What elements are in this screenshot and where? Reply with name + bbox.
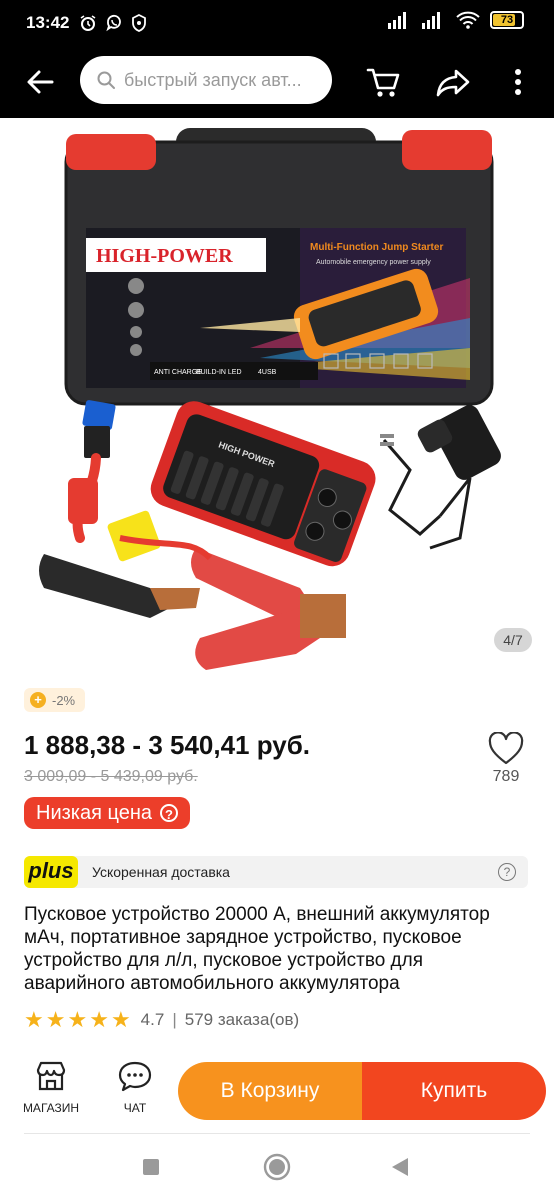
rating-value: 4.7 — [140, 1010, 165, 1029]
rating-separator: | — [172, 1010, 177, 1029]
nav-back-icon[interactable] — [390, 1156, 410, 1178]
discount-text: -2% — [52, 692, 76, 708]
battery-level: 73 — [500, 14, 514, 26]
case-brand-text: HIGH-POWER — [96, 245, 233, 267]
low-price-badge[interactable]: Низкая цена ? — [24, 797, 191, 829]
old-price: 3 009,09 - 5 439,09 руб. — [24, 768, 198, 785]
feature-1-text: ANTI CHARGE — [154, 369, 202, 376]
status-bar: 13:42 73 — [0, 0, 554, 46]
system-nav-bar — [0, 1134, 554, 1200]
cart-icon[interactable] — [364, 62, 404, 102]
product-image-gallery[interactable]: HIGH-POWER Multi-Function Jump Starter A… — [0, 118, 554, 678]
help-icon: ? — [160, 804, 179, 822]
star-icon: ★ — [89, 1007, 109, 1032]
battery-icon: 73 — [490, 11, 524, 29]
alarm-icon — [81, 15, 96, 31]
store-icon — [36, 1061, 66, 1091]
viber-icon — [106, 14, 122, 32]
feature-3-text: 4USB — [258, 369, 277, 376]
star-icon: ★ — [67, 1007, 88, 1032]
buy-now-button[interactable]: Купить — [362, 1062, 546, 1120]
heart-icon[interactable] — [488, 732, 524, 766]
discount-badge: + -2% — [24, 688, 86, 712]
chat-label: ЧАТ — [123, 1101, 147, 1115]
share-icon[interactable] — [434, 62, 474, 102]
status-time: 13:42 — [26, 13, 70, 32]
price-range: 1 888,38 - 3 540,41 руб. — [24, 730, 311, 760]
rating-row[interactable]: ★ ★ ★ ★ ★ 4.7 | 579 заказа(ов) — [24, 1008, 299, 1032]
search-icon — [97, 71, 115, 89]
back-arrow-icon[interactable] — [22, 64, 58, 100]
bottom-action-bar: МАГАЗИН ЧАТ В Корзину Купить — [0, 1050, 554, 1132]
search-input[interactable] — [122, 68, 326, 92]
status-notification-icons — [79, 14, 147, 32]
home-icon[interactable] — [262, 1152, 292, 1182]
image-counter: 4/7 — [494, 628, 532, 652]
rating-stars: ★ ★ ★ ★ ★ — [24, 1008, 131, 1032]
star-icon: ★ — [45, 1007, 66, 1032]
plus-badge: plus — [24, 856, 78, 888]
top-bar — [0, 46, 554, 118]
feature-2-text: BUILD-IN LED — [196, 369, 242, 376]
star-icon: ★ — [24, 1007, 44, 1032]
more-options-icon[interactable] — [506, 62, 530, 102]
star-icon: ★ — [110, 1007, 131, 1032]
chat-icon — [118, 1061, 152, 1092]
signal-icon — [388, 12, 406, 29]
case-heading-text: Multi-Function Jump Starter — [310, 242, 443, 253]
delivery-label: Ускоренная доставка — [92, 864, 230, 880]
case-subheading-text: Automobile emergency power supply — [316, 259, 431, 266]
orders-count: 579 заказа(ов) — [184, 1010, 300, 1029]
wifi-icon — [456, 11, 480, 29]
product-title: Пусковое устройство 20000 А, внешний акк… — [24, 904, 490, 994]
recent-apps-icon[interactable] — [142, 1158, 160, 1176]
shop-button[interactable]: МАГАЗИН — [14, 1060, 88, 1124]
search-box[interactable] — [80, 56, 332, 104]
delivery-help-icon[interactable]: ? — [498, 863, 516, 881]
status-right: 73 — [388, 11, 524, 29]
shield-icon — [132, 14, 147, 32]
shop-label: МАГАЗИН — [22, 1101, 80, 1115]
chat-button[interactable]: ЧАТ — [100, 1060, 170, 1124]
coin-icon: + — [30, 692, 46, 708]
likes-count: 789 — [492, 768, 520, 785]
low-price-label: Низкая цена — [36, 801, 153, 824]
add-to-cart-button[interactable]: В Корзину — [178, 1062, 362, 1120]
product-photo: HIGH-POWER Multi-Function Jump Starter A… — [39, 128, 501, 670]
plus-delivery-row[interactable]: plus Ускоренная доставка ? — [24, 856, 528, 888]
signal-icon-2 — [422, 12, 440, 29]
